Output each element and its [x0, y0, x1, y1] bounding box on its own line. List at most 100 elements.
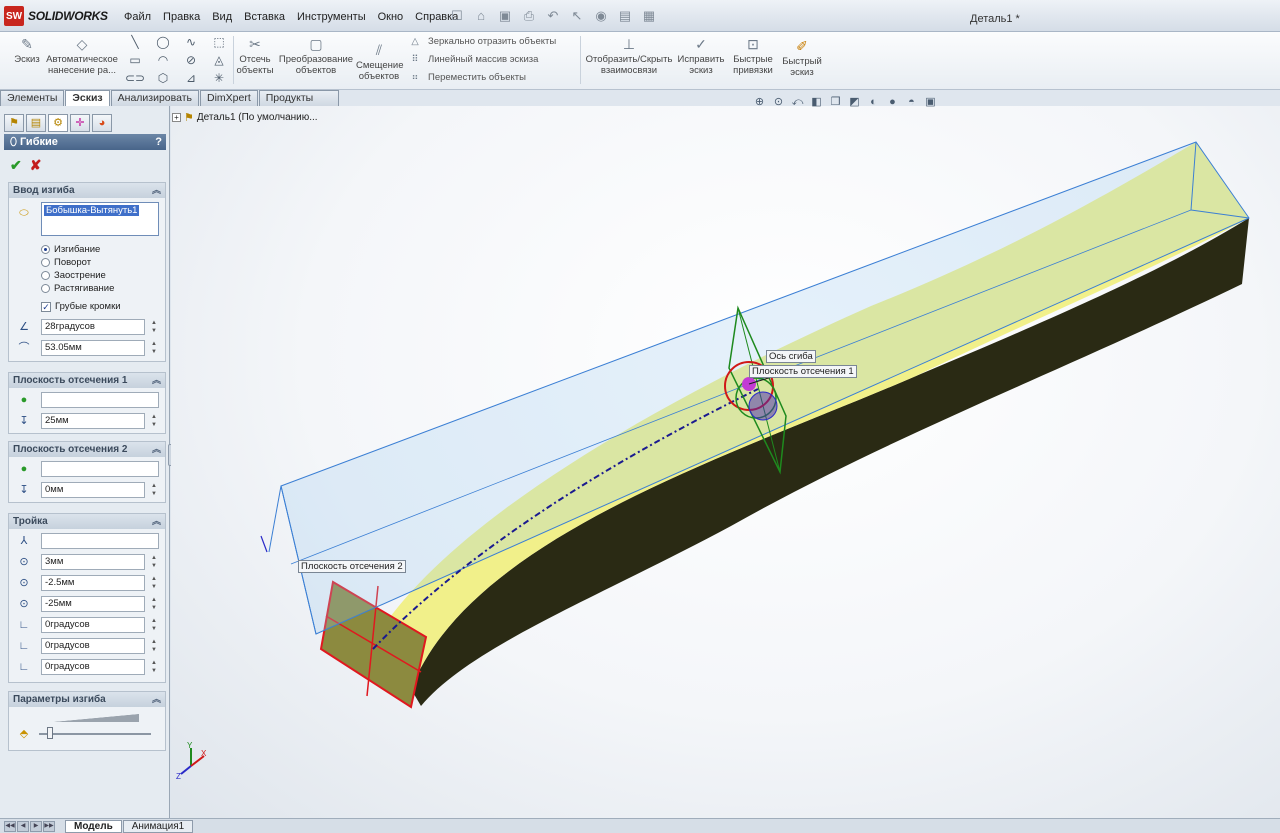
display-style-icon[interactable]: ◩	[847, 95, 862, 109]
tab-model[interactable]: Модель	[65, 819, 122, 833]
accuracy-slider-thumb[interactable]	[47, 727, 54, 739]
tab-dimxpert[interactable]: DimXpert	[199, 90, 258, 106]
accuracy-slider-track[interactable]	[39, 733, 151, 735]
select-icon[interactable]: ↖	[568, 8, 586, 24]
feature-manager-tab-icon[interactable]: ⚑	[4, 114, 24, 132]
collapse-icon[interactable]: ︽	[152, 442, 161, 457]
radius-field[interactable]: 53.05мм	[41, 340, 145, 356]
trim-plane-2-reference-field[interactable]	[41, 461, 159, 477]
trim-plane-2-callout[interactable]: Плоскость отсечения 2	[298, 560, 406, 573]
rapid-sketch-button[interactable]: ✐ Быстрый эскиз	[780, 38, 824, 78]
spline-icon[interactable]: ∿	[180, 34, 202, 50]
print-icon[interactable]: ⎙	[520, 8, 538, 24]
help-button[interactable]: ?	[155, 134, 162, 150]
open-icon[interactable]: ⌂	[472, 8, 490, 24]
new-icon[interactable]: ☐	[448, 8, 466, 24]
save-icon[interactable]: ▣	[496, 8, 514, 24]
collapse-icon[interactable]: ︽	[152, 373, 161, 388]
trim-plane-1-distance-field[interactable]: 25мм	[41, 413, 145, 429]
collapse-icon[interactable]: ︽	[152, 514, 161, 529]
triad-reference-field[interactable]	[41, 533, 159, 549]
rot-y-spinner[interactable]: ▲ ▼	[149, 638, 159, 654]
distance-spinner[interactable]: ▲ ▼	[149, 413, 159, 429]
options-icon[interactable]: ▦	[640, 8, 658, 24]
undo-icon[interactable]: ↶	[544, 8, 562, 24]
trim-plane-1-callout[interactable]: Плоскость отсечения 1	[749, 365, 857, 378]
menu-tools[interactable]: Инструменты	[291, 8, 372, 26]
rebuild-icon[interactable]: ◉	[592, 8, 610, 24]
repair-sketch-button[interactable]: ✓ Исправить эскиз	[676, 36, 726, 76]
menu-edit[interactable]: Правка	[157, 8, 206, 26]
rough-edges-checkbox[interactable]: ✓ Грубые кромки	[41, 301, 121, 312]
zoom-to-area-icon[interactable]: ⊙	[771, 95, 786, 109]
triad-x-field[interactable]: 3мм	[41, 554, 145, 570]
radius-spinner[interactable]: ▲ ▼	[149, 340, 159, 356]
group-header[interactable]: Плоскость отсечения 1 ︽	[9, 373, 165, 388]
triad-z-field[interactable]: -25мм	[41, 596, 145, 612]
zoom-to-fit-icon[interactable]: ⊕	[752, 95, 767, 109]
display-manager-tab-icon[interactable]: ◕	[92, 114, 112, 132]
last-tab-icon[interactable]: ▶▶	[43, 820, 55, 832]
collapse-icon[interactable]: ︽	[152, 183, 161, 198]
expand-toggle[interactable]: +	[172, 113, 181, 122]
selected-body[interactable]: Бобышка-Вытянуть1	[44, 205, 140, 216]
mirror-entities-button[interactable]: △ Зеркально отразить объекты	[408, 36, 556, 47]
cancel-x-icon[interactable]: ✘	[30, 157, 42, 174]
z-spinner[interactable]: ▲ ▼	[149, 596, 159, 612]
configuration-manager-tab-icon[interactable]: ⚙	[48, 114, 68, 132]
menu-file[interactable]: Файл	[118, 8, 157, 26]
tab-animation[interactable]: Анимация1	[122, 819, 194, 833]
menu-window[interactable]: Окно	[372, 8, 410, 26]
radio-twisting[interactable]: Поворот	[41, 257, 91, 268]
app-logo[interactable]: SW SOLIDWORKS	[4, 5, 114, 27]
trim-plane-1-reference-field[interactable]	[41, 392, 159, 408]
move-entities-button[interactable]: ⠶ Переместить объекты	[408, 72, 526, 83]
point-icon[interactable]: ✳	[208, 70, 230, 86]
triad-rot-x-field[interactable]: 0градусов	[41, 617, 145, 633]
hide-show-items-icon[interactable]: ◐	[866, 95, 881, 109]
bend-axis-callout[interactable]: Ось сгиба	[766, 350, 816, 363]
angle-spinner[interactable]: ▲ ▼	[149, 319, 159, 335]
sketch-text-icon[interactable]: ⬚	[208, 34, 230, 50]
ok-check-icon[interactable]: ✔	[10, 157, 22, 174]
group-header[interactable]: Параметры изгиба ︽	[9, 692, 165, 707]
file-properties-icon[interactable]: ▤	[616, 8, 634, 24]
triad-y-field[interactable]: -2.5мм	[41, 575, 145, 591]
first-tab-icon[interactable]: ◀◀	[4, 820, 16, 832]
menu-view[interactable]: Вид	[206, 8, 238, 26]
view-orientation-icon[interactable]: ❒	[828, 95, 843, 109]
radio-stretching[interactable]: Растягивание	[41, 283, 114, 294]
sketch-button[interactable]: ✎ Эскиз	[8, 36, 46, 65]
display-relations-button[interactable]: ⊥ Отобразить/Скрыть взаимосвязи	[584, 36, 674, 76]
x-spinner[interactable]: ▲ ▼	[149, 554, 159, 570]
edit-appearance-icon[interactable]: ●	[885, 95, 900, 109]
group-header[interactable]: Ввод изгиба ︽	[9, 183, 165, 198]
property-manager-tab-icon[interactable]: ▤	[26, 114, 46, 132]
tab-evaluate[interactable]: Анализировать	[110, 90, 199, 106]
linear-pattern-button[interactable]: ⠿ Линейный массив эскиза	[408, 54, 539, 65]
section-view-icon[interactable]: ◧	[809, 95, 824, 109]
tab-sketch[interactable]: Эскиз	[65, 90, 110, 106]
y-spinner[interactable]: ▲ ▼	[149, 575, 159, 591]
trim-plane-2-distance-field[interactable]: 0мм	[41, 482, 145, 498]
view-settings-icon[interactable]: ▣	[923, 95, 938, 109]
rot-x-spinner[interactable]: ▲ ▼	[149, 617, 159, 633]
graphics-area[interactable]: X Y Z Ось сгиба Плоскость отсечения 1 Пл…	[171, 106, 1280, 818]
menu-insert[interactable]: Вставка	[238, 8, 291, 26]
collapse-icon[interactable]: ︽	[152, 692, 161, 707]
bodies-selection-box[interactable]: Бобышка-Вытянуть1	[41, 202, 159, 236]
offset-entities-button[interactable]: ⫽ Смещение объектов	[356, 42, 404, 82]
ellipse-icon[interactable]: ⊘	[180, 52, 202, 68]
distance-spinner[interactable]: ▲ ▼	[149, 482, 159, 498]
tab-office-products[interactable]: Продукты Office	[258, 90, 339, 119]
line-icon[interactable]: ╲	[124, 34, 146, 50]
auto-dimension-button[interactable]: ◇ Автоматическое нанесение ра...	[46, 36, 118, 76]
group-header[interactable]: Тройка ︽	[9, 514, 165, 529]
dimxpert-manager-tab-icon[interactable]: ✛	[70, 114, 90, 132]
previous-view-icon[interactable]: ⤺	[790, 95, 805, 109]
slot-icon[interactable]: ⊂⊃	[124, 70, 146, 86]
part-name[interactable]: Деталь1 (По умолчанию...	[197, 112, 318, 123]
angle-field[interactable]: 28градусов	[41, 319, 145, 335]
tab-features[interactable]: Элементы	[0, 90, 65, 106]
prev-tab-icon[interactable]: ◀	[17, 820, 29, 832]
